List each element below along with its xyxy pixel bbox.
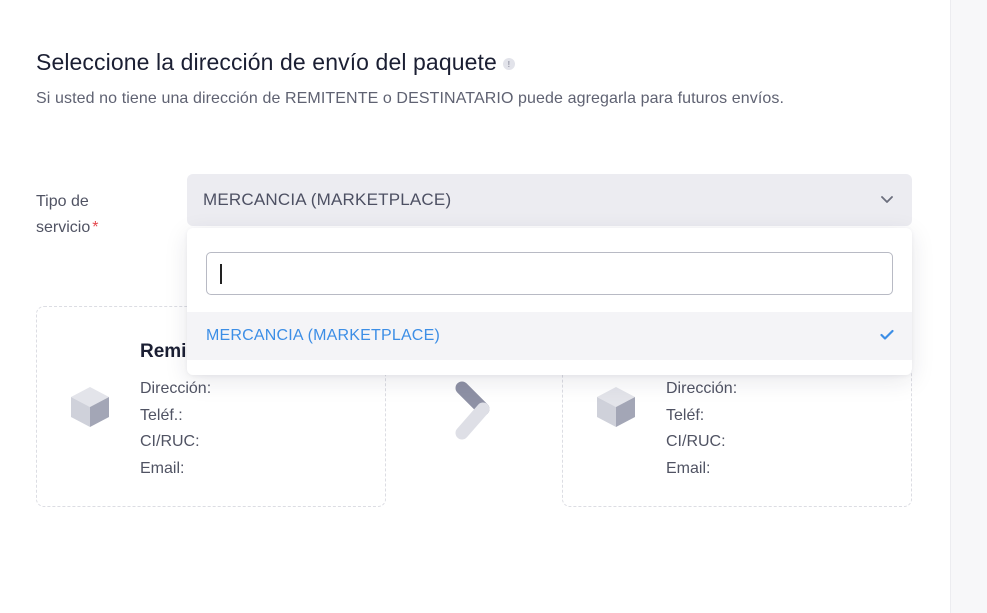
info-icon[interactable]: !	[502, 58, 515, 70]
service-type-dropdown: MERCANCIA (MARKETPLACE)	[187, 228, 912, 375]
chevron-down-icon	[881, 196, 893, 203]
chevron-right-arrow-icon	[455, 381, 490, 440]
page-title: Seleccione la dirección de envío del paq…	[36, 49, 497, 75]
text-cursor	[220, 264, 222, 284]
service-type-selected-value: MERCANCIA (MARKETPLACE)	[203, 190, 452, 209]
package-box-icon	[597, 387, 635, 427]
recipient-card-fields: Dirección: Teléf: CI/RUC: Email:	[666, 376, 737, 482]
recipient-email-label: Email:	[666, 459, 711, 477]
right-side-panel	[950, 0, 987, 613]
dropdown-option-label: MERCANCIA (MARKETPLACE)	[206, 327, 440, 344]
package-box-icon	[71, 387, 109, 427]
required-marker: *	[92, 219, 99, 236]
dropdown-option-marketplace[interactable]: MERCANCIA (MARKETPLACE)	[187, 312, 912, 360]
recipient-ci-ruc-label: CI/RUC:	[666, 433, 726, 450]
sender-email-label: Email:	[140, 459, 185, 477]
dropdown-search-field[interactable]	[206, 252, 893, 295]
dropdown-search-input[interactable]	[207, 253, 892, 294]
service-type-label: Tipo de servicio *	[36, 193, 99, 236]
header: Seleccione la dirección de envío del paq…	[36, 49, 515, 76]
sender-phone-label: Teléf.:	[140, 406, 183, 424]
sender-address-label: Dirección:	[140, 380, 212, 397]
recipient-phone-label: Teléf:	[666, 406, 705, 424]
sender-card-title: Remi	[140, 341, 187, 362]
page-subtitle: Si usted no tiene una dirección de REMIT…	[36, 90, 785, 107]
service-type-select[interactable]: MERCANCIA (MARKETPLACE)	[187, 174, 912, 226]
recipient-address-label: Dirección:	[666, 380, 738, 397]
checkmark-icon	[880, 329, 894, 340]
sender-card-fields: Dirección: Teléf.: CI/RUC: Email:	[140, 376, 211, 482]
sender-ci-ruc-label: CI/RUC:	[140, 433, 200, 450]
